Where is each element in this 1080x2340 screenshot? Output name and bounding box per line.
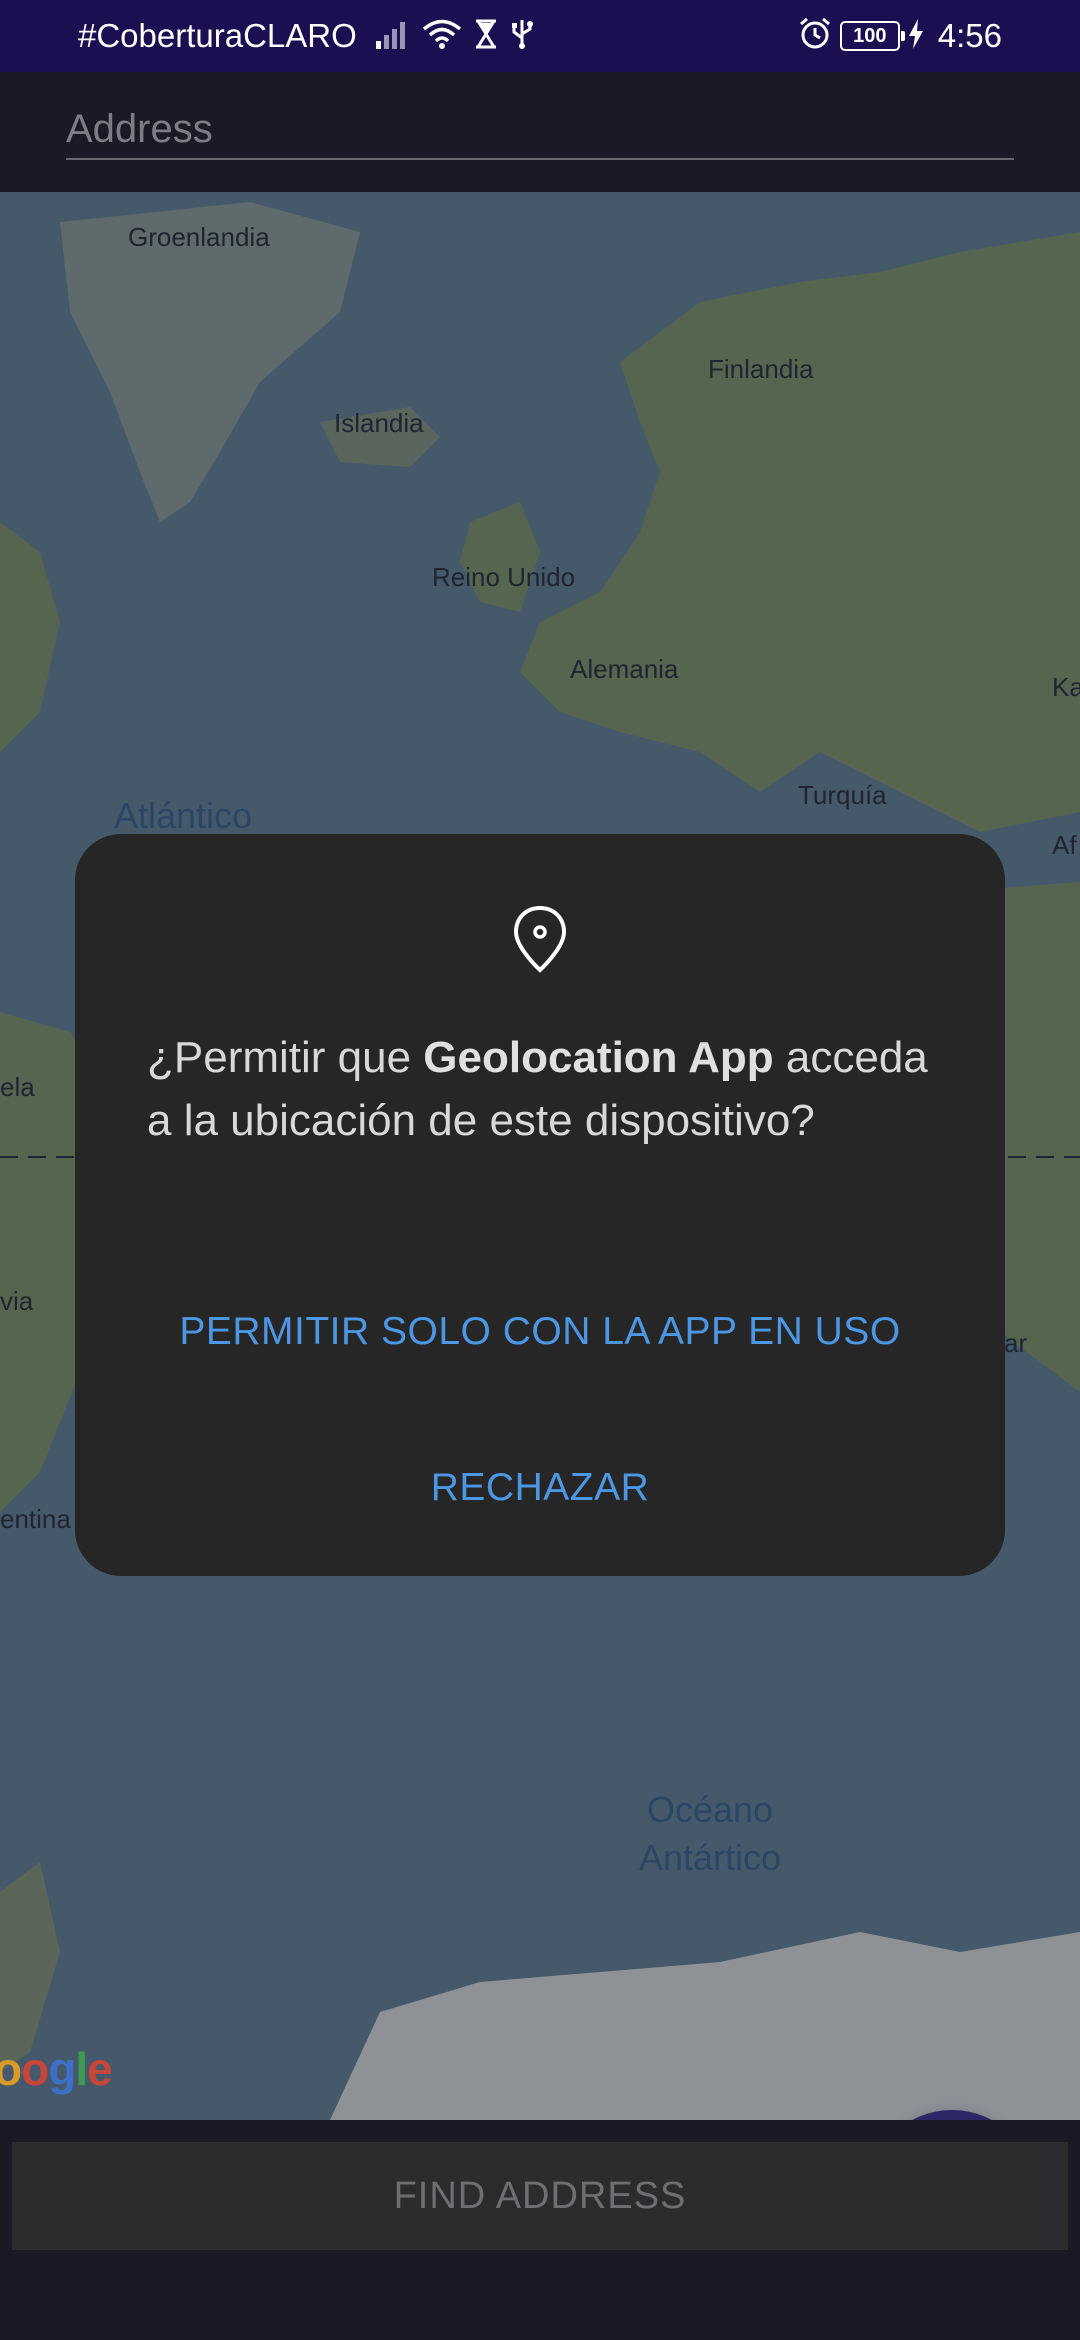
status-icons-left	[376, 16, 534, 56]
map-label-reino-unido: Reino Unido	[432, 562, 576, 592]
map-label-islandia: Islandia	[334, 408, 424, 438]
alarm-icon	[798, 17, 832, 56]
ocean-label-line1: Océano	[646, 1789, 774, 1830]
map-label-atlantico: Atlántico	[114, 795, 253, 836]
battery-icon: 100	[839, 21, 905, 51]
signal-icon	[376, 19, 410, 54]
clock: 4:56	[937, 17, 1002, 54]
carrier-label: #CoberturaCLARO	[78, 17, 357, 54]
google-letter-o2: o	[21, 2043, 49, 2095]
map-label-alemania: Alemania	[570, 654, 679, 684]
message-prefix: ¿Permitir que	[147, 1033, 424, 1082]
charging-icon	[908, 18, 924, 54]
map-label-ka: Ka	[1052, 672, 1080, 702]
status-bar: #CoberturaCLARO 100 4:56	[0, 0, 1080, 72]
google-letter-l: l	[75, 2043, 88, 2095]
hourglass-icon	[474, 19, 498, 54]
bottom-area: FIND ADDRESS	[0, 2120, 1080, 2340]
address-input[interactable]	[66, 100, 1014, 160]
deny-button[interactable]: RECHAZAR	[75, 1466, 1005, 1510]
google-logo: oogle	[0, 2042, 113, 2096]
dialog-message: ¿Permitir que Geolocation App acceda a l…	[147, 1026, 947, 1152]
wifi-icon	[422, 18, 462, 55]
map-label-ar: ar	[1004, 1328, 1028, 1358]
google-letter-o1: o	[0, 2043, 22, 2095]
find-address-button[interactable]: FIND ADDRESS	[12, 2142, 1068, 2250]
map-label-finlandia: Finlandia	[708, 354, 814, 384]
location-pin-icon	[511, 904, 569, 974]
allow-while-using-button[interactable]: PERMITIR SOLO CON LA APP EN USO	[75, 1310, 1005, 1354]
map-label-groenlandia: Groenlandia	[128, 222, 270, 252]
status-icons-right: 100 4:56	[798, 16, 1002, 56]
map-label-entina: entina	[0, 1504, 71, 1534]
ocean-label-line2: Antártico	[638, 1837, 782, 1878]
map-label-oceano-antartico: Océano Antártico	[600, 1786, 820, 1882]
map-label-via: via	[0, 1286, 34, 1316]
app-name: Geolocation App	[423, 1033, 774, 1082]
location-permission-dialog: ¿Permitir que Geolocation App acceda a l…	[75, 834, 1005, 1576]
google-letter-e: e	[87, 2043, 113, 2095]
map-label-turquia: Turquía	[798, 780, 887, 810]
app-bar	[0, 72, 1080, 192]
google-letter-g: g	[48, 2043, 76, 2095]
usb-icon	[510, 18, 534, 55]
map-label-af: Af	[1052, 830, 1077, 860]
map-label-ela: ela	[0, 1072, 35, 1102]
